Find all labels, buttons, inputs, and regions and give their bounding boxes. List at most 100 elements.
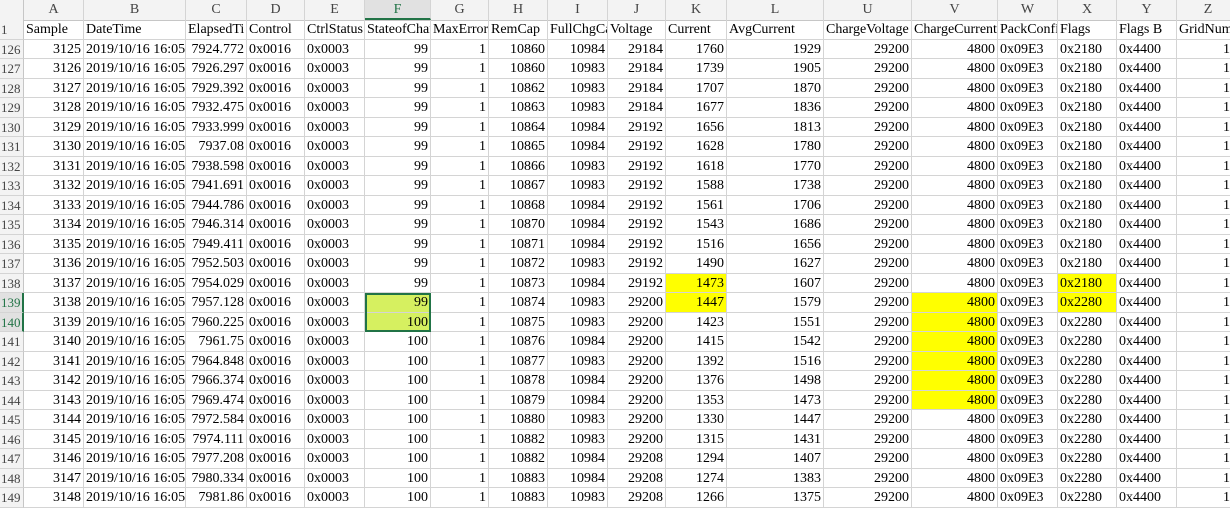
table-cell[interactable]: 0x2180	[1058, 176, 1117, 196]
table-cell[interactable]: 7929.392	[186, 78, 247, 98]
field-name-cell-x[interactable]: Flags	[1058, 20, 1117, 40]
table-cell[interactable]: 7924.772	[186, 39, 247, 59]
table-cell[interactable]: 0x4400	[1117, 351, 1177, 371]
table-cell[interactable]: 0x0003	[305, 117, 365, 137]
table-cell[interactable]: 29200	[824, 410, 912, 430]
table-cell[interactable]: 0x0003	[305, 98, 365, 118]
column-letter-c[interactable]: C	[186, 0, 247, 20]
table-cell[interactable]: 3145	[24, 429, 84, 449]
table-cell[interactable]: 7969.474	[186, 390, 247, 410]
table-cell[interactable]: 1780	[727, 137, 824, 157]
table-cell[interactable]: 7938.598	[186, 156, 247, 176]
table-cell[interactable]: 0x09E3	[998, 137, 1058, 157]
table-cell[interactable]: 29200	[824, 117, 912, 137]
table-cell[interactable]: 4800	[912, 293, 998, 313]
table-cell[interactable]: 1473	[727, 390, 824, 410]
table-cell[interactable]: 0x2280	[1058, 390, 1117, 410]
table-cell[interactable]: 29184	[608, 39, 666, 59]
table-cell[interactable]: 4800	[912, 449, 998, 469]
table-cell[interactable]: 7941.691	[186, 176, 247, 196]
table-cell[interactable]: 1383	[727, 468, 824, 488]
table-cell[interactable]: 10868	[489, 195, 548, 215]
table-cell[interactable]: 1	[431, 488, 489, 508]
field-name-cell-j[interactable]: Voltage	[608, 20, 666, 40]
table-cell[interactable]: 29200	[824, 312, 912, 332]
table-cell[interactable]: 0x09E3	[998, 215, 1058, 235]
table-cell[interactable]: 1376	[666, 371, 727, 391]
table-cell[interactable]: 2019/10/16 16:05	[84, 371, 186, 391]
table-cell[interactable]: 29200	[824, 78, 912, 98]
table-cell[interactable]: 4800	[912, 39, 998, 59]
column-letter-b[interactable]: B	[84, 0, 186, 20]
table-cell[interactable]: 1	[431, 215, 489, 235]
row-number[interactable]: 146	[0, 429, 24, 449]
table-cell[interactable]: 4800	[912, 312, 998, 332]
table-cell[interactable]: 16	[1177, 176, 1230, 196]
table-cell[interactable]: 1	[431, 351, 489, 371]
table-cell[interactable]: 0x0003	[305, 195, 365, 215]
table-cell[interactable]: 0x09E3	[998, 117, 1058, 137]
table-cell[interactable]: 0x0016	[247, 293, 305, 313]
table-cell[interactable]: 1905	[727, 59, 824, 79]
table-cell[interactable]: 0x2180	[1058, 195, 1117, 215]
table-cell[interactable]: 0x0016	[247, 332, 305, 352]
table-cell[interactable]: 4800	[912, 215, 998, 235]
table-cell[interactable]: 1	[431, 117, 489, 137]
table-cell[interactable]: 10870	[489, 215, 548, 235]
table-cell[interactable]: 1516	[727, 351, 824, 371]
row-number[interactable]: 139	[0, 293, 24, 313]
table-cell[interactable]: 0x4400	[1117, 429, 1177, 449]
field-name-cell-z[interactable]: GridNum	[1177, 20, 1230, 40]
column-letter-j[interactable]: J	[608, 0, 666, 20]
table-cell[interactable]: 29192	[608, 195, 666, 215]
table-cell[interactable]: 0x09E3	[998, 293, 1058, 313]
table-cell[interactable]: 3148	[24, 488, 84, 508]
table-cell[interactable]: 16	[1177, 430, 1230, 449]
table-cell[interactable]: 1266	[666, 488, 727, 508]
table-cell[interactable]: 1	[431, 429, 489, 449]
table-cell[interactable]: 1686	[727, 215, 824, 235]
table-cell[interactable]: 0x09E3	[998, 273, 1058, 293]
table-cell[interactable]: 7972.584	[186, 410, 247, 430]
table-cell[interactable]: 0x0016	[247, 156, 305, 176]
table-cell[interactable]: 3136	[24, 254, 84, 274]
table-cell[interactable]: 2019/10/16 16:05	[84, 215, 186, 235]
table-cell[interactable]: 0x0003	[305, 332, 365, 352]
table-cell[interactable]: 2019/10/16 16:05	[84, 195, 186, 215]
table-cell[interactable]: 2019/10/16 16:05	[84, 176, 186, 196]
table-cell[interactable]: 10984	[548, 371, 608, 391]
table-cell[interactable]: 0x4400	[1117, 254, 1177, 274]
table-cell[interactable]: 100	[365, 468, 431, 488]
table-cell[interactable]: 1929	[727, 39, 824, 59]
table-cell[interactable]: 7964.848	[186, 351, 247, 371]
table-cell[interactable]: 0x2180	[1058, 59, 1117, 79]
table-cell[interactable]: 0x2280	[1058, 293, 1117, 313]
table-cell[interactable]: 2019/10/16 16:05	[84, 39, 186, 59]
table-cell[interactable]: 1707	[666, 78, 727, 98]
table-cell[interactable]: 29192	[608, 234, 666, 254]
table-cell[interactable]: 7977.208	[186, 449, 247, 469]
table-cell[interactable]: 0x2180	[1058, 137, 1117, 157]
table-cell[interactable]: 99	[365, 176, 431, 196]
column-letter-k[interactable]: K	[666, 0, 727, 20]
table-cell[interactable]: 1	[431, 176, 489, 196]
table-cell[interactable]: 10983	[548, 98, 608, 118]
table-cell[interactable]: 1	[431, 410, 489, 430]
table-cell[interactable]: 10882	[489, 449, 548, 469]
table-cell[interactable]: 29200	[824, 59, 912, 79]
table-cell[interactable]: 0x4400	[1117, 273, 1177, 293]
table-cell[interactable]: 10872	[489, 254, 548, 274]
table-cell[interactable]: 1353	[666, 390, 727, 410]
table-cell[interactable]: 0x0016	[247, 429, 305, 449]
table-cell[interactable]: 3134	[24, 215, 84, 235]
table-cell[interactable]: 29192	[608, 176, 666, 196]
table-cell[interactable]: 3146	[24, 449, 84, 469]
table-cell[interactable]: 0x09E3	[998, 78, 1058, 98]
table-cell[interactable]: 29200	[824, 254, 912, 274]
table-cell[interactable]: 3142	[24, 371, 84, 391]
table-cell[interactable]: 29200	[608, 293, 666, 313]
table-cell[interactable]: 0x0003	[305, 371, 365, 391]
table-cell[interactable]: 100	[365, 371, 431, 391]
table-cell[interactable]: 1490	[666, 254, 727, 274]
row-number[interactable]: 130	[0, 117, 24, 137]
